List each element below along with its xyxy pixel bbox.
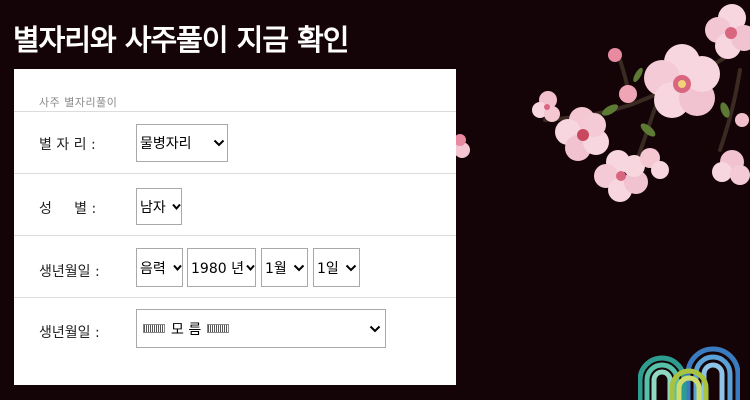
chevron-down-icon	[172, 202, 181, 212]
blossom-small-left	[532, 91, 560, 122]
form-row-zodiac: 별 자 리 : 물병자리	[14, 111, 456, 174]
birth-month-value: 1월	[265, 260, 287, 277]
blossom-top-right	[705, 4, 750, 59]
chevron-down-icon	[293, 263, 305, 273]
birth-time-value: 모 름	[171, 321, 202, 338]
rainbow-arches-logo	[638, 346, 740, 400]
chevron-down-icon	[173, 263, 182, 273]
chevron-down-icon	[369, 324, 381, 334]
hatch-pattern-icon	[143, 324, 165, 333]
form-row-gender: 성 별 : 남자	[14, 173, 456, 236]
zodiac-select-value: 물병자리	[140, 136, 192, 152]
blossom-mid-left	[555, 107, 609, 161]
cherry-blossom-decoration	[454, 4, 750, 202]
chevron-down-icon	[213, 138, 225, 148]
fortune-form-panel: 사주 별자리풀이 별 자 리 : 물병자리 성 별 : 남자 생년월일: 음력…	[14, 69, 456, 385]
blossom-right-low	[712, 150, 750, 185]
gender-select-value: 남자	[140, 199, 166, 216]
panel-caption: 사주 별자리풀이	[39, 96, 118, 109]
zodiac-select[interactable]: 물병자리	[136, 124, 228, 162]
blossom-large	[644, 44, 720, 118]
chevron-down-icon	[345, 263, 357, 273]
gender-select[interactable]: 남자	[136, 188, 182, 225]
form-row-birth-date: 생년월일 : 음력 1980 년 1월 1일	[14, 235, 456, 298]
birth-time-select[interactable]: 모 름	[136, 309, 386, 348]
hatch-pattern-icon	[207, 324, 230, 333]
zodiac-label: 별 자 리 :	[39, 137, 96, 153]
form-row-birth-time: 생년월일 : 모 름	[14, 297, 456, 386]
gender-label: 성 별 :	[39, 201, 97, 217]
blossom-bottom	[594, 148, 669, 202]
chevron-down-icon	[246, 263, 255, 273]
calendar-type-select[interactable]: 음력	[136, 248, 183, 287]
birth-day-value: 1일	[317, 260, 339, 277]
birth-year-select[interactable]: 1980 년	[187, 248, 256, 287]
birth-time-select-display: 모 름	[143, 319, 230, 339]
birth-time-label: 생년월일 :	[39, 325, 100, 341]
birth-date-label: 생년월일 :	[39, 264, 100, 280]
birth-year-value: 1980 년	[191, 260, 244, 277]
birth-day-select[interactable]: 1일	[313, 248, 360, 287]
calendar-type-value: 음력	[140, 260, 166, 277]
page-headline: 별자리와 사주풀이 지금 확인	[13, 23, 349, 57]
birth-month-select[interactable]: 1월	[261, 248, 308, 287]
